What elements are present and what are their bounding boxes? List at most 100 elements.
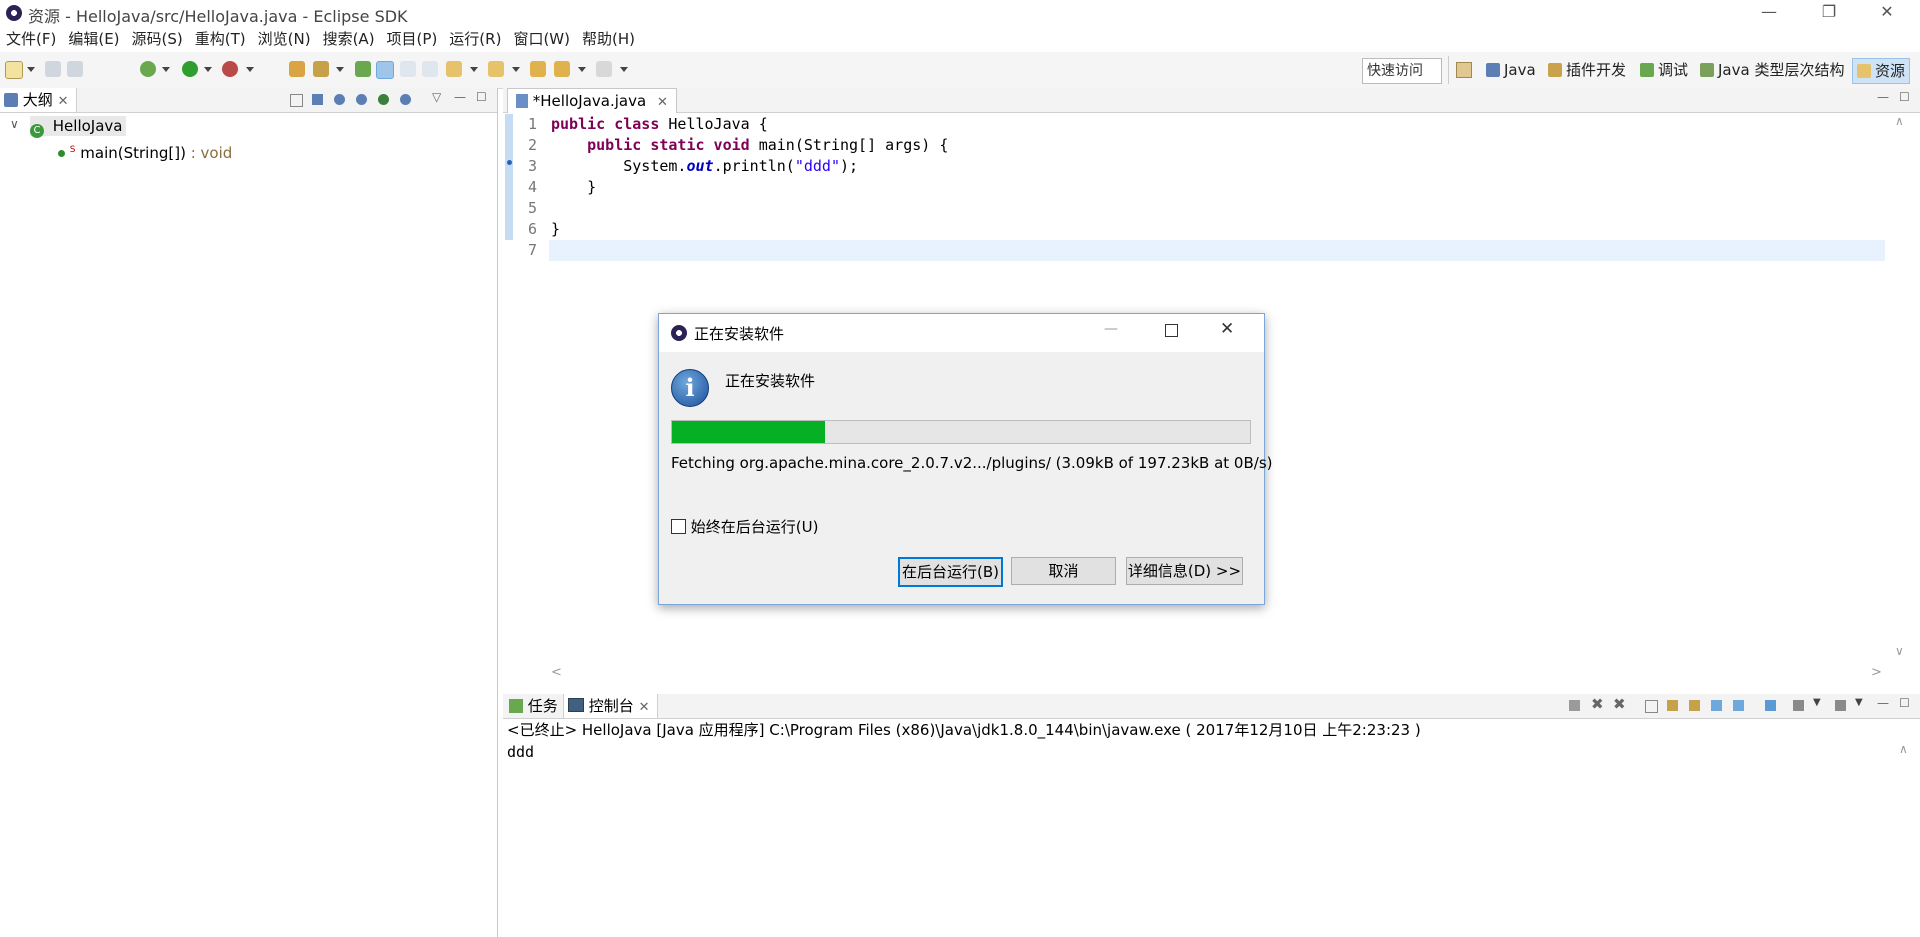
open-console-icon[interactable] xyxy=(1835,700,1846,711)
block-selection-icon[interactable] xyxy=(400,61,416,77)
scroll-up-icon[interactable]: ∧ xyxy=(1899,742,1908,756)
perspective-plugin-dev[interactable]: 插件开发 xyxy=(1548,58,1626,82)
scroll-left-icon[interactable]: < xyxy=(551,665,562,680)
close-tab-icon[interactable]: ✕ xyxy=(58,94,69,109)
new-file-icon[interactable] xyxy=(5,61,23,79)
code-line[interactable]: 2 public static void main(String[] args)… xyxy=(517,135,948,156)
previous-annotation-icon[interactable] xyxy=(488,61,504,77)
terminate-icon[interactable] xyxy=(1569,700,1580,711)
back-dropdown-icon[interactable] xyxy=(578,67,586,72)
tab-outline[interactable]: 大纲 ✕ xyxy=(0,88,78,112)
minimize-console-icon[interactable]: — xyxy=(1877,696,1889,710)
hide-static-icon[interactable] xyxy=(356,94,367,105)
maximize-editor-icon[interactable]: ☐ xyxy=(1899,90,1910,104)
back-icon[interactable] xyxy=(554,61,570,77)
close-tab-icon[interactable]: ✕ xyxy=(639,700,650,715)
collapse-all-icon[interactable] xyxy=(290,94,303,107)
menu-help[interactable]: 帮助(H) xyxy=(576,26,641,52)
expand-chevron-icon[interactable]: ∨ xyxy=(10,117,19,131)
code-line[interactable]: 3 System.out.println("ddd"); xyxy=(517,156,948,177)
quick-access-input[interactable]: 快速访问 xyxy=(1362,58,1442,84)
menu-refactor[interactable]: 重构(T) xyxy=(189,26,252,52)
debug-dropdown-icon[interactable] xyxy=(162,67,170,72)
minimize-button[interactable]: — xyxy=(1746,0,1792,26)
console-output[interactable]: ddd xyxy=(507,742,534,763)
perspective-resource[interactable]: 资源 xyxy=(1852,58,1911,84)
run-in-background-button[interactable]: 在后台运行(B) xyxy=(898,557,1003,587)
restore-button[interactable]: ❐ xyxy=(1806,0,1852,26)
last-edit-location-icon[interactable] xyxy=(530,61,546,77)
show-whitespace-icon[interactable] xyxy=(422,61,438,77)
menu-navigate[interactable]: 浏览(N) xyxy=(252,26,317,52)
save-icon[interactable] xyxy=(45,61,61,77)
code-line[interactable]: 4 } xyxy=(517,177,948,198)
run-icon[interactable] xyxy=(182,61,198,77)
next-annotation-dropdown-icon[interactable] xyxy=(470,67,478,72)
dialog-minimize-button[interactable]: — xyxy=(1104,321,1118,337)
dialog-close-button[interactable]: ✕ xyxy=(1220,319,1234,339)
save-all-icon[interactable] xyxy=(67,61,83,77)
cancel-button[interactable]: 取消 xyxy=(1011,557,1116,585)
menu-file[interactable]: 文件(F) xyxy=(0,26,62,52)
editor-tab[interactable]: *HelloJava.java ✕ xyxy=(507,88,677,113)
remove-all-icon[interactable]: ✖ xyxy=(1613,695,1626,713)
code-line[interactable]: 5 xyxy=(517,198,948,219)
mark-occurrences-icon[interactable] xyxy=(376,61,394,79)
tab-console[interactable]: 控制台 ✕ xyxy=(563,694,659,718)
tab-tasks[interactable]: 任务 xyxy=(503,694,564,718)
scroll-down-icon[interactable]: ∨ xyxy=(1895,644,1904,658)
hide-local-types-icon[interactable] xyxy=(400,94,411,105)
word-wrap-icon[interactable] xyxy=(1689,700,1700,711)
scroll-lock-icon[interactable] xyxy=(1667,700,1678,711)
perspective-debug[interactable]: 调试 xyxy=(1640,58,1688,82)
dialog-maximize-button[interactable] xyxy=(1165,324,1178,337)
open-console-dropdown-icon[interactable]: ▼ xyxy=(1855,697,1863,708)
perspective-java[interactable]: Java xyxy=(1486,58,1536,82)
run-dropdown-icon[interactable] xyxy=(204,67,212,72)
close-button[interactable]: ✕ xyxy=(1864,0,1910,26)
show-on-output-icon[interactable] xyxy=(1711,700,1722,711)
search-icon[interactable] xyxy=(313,61,329,77)
search-dropdown-icon[interactable] xyxy=(336,67,344,72)
hide-fields-icon[interactable] xyxy=(334,94,345,105)
sort-icon[interactable] xyxy=(312,94,323,105)
outline-class-item[interactable]: C HelloJava xyxy=(30,116,126,138)
code-line[interactable]: 6} xyxy=(517,219,948,240)
menu-run[interactable]: 运行(R) xyxy=(443,26,507,52)
view-menu-icon[interactable]: ▽ xyxy=(432,90,441,104)
code-line[interactable]: 1 public class HelloJava { xyxy=(517,114,948,135)
always-run-in-background-checkbox[interactable]: 始终在后台运行(U) xyxy=(671,518,818,536)
code-area[interactable]: 1 public class HelloJava {2 public static… xyxy=(517,114,948,261)
scroll-up-icon[interactable]: ∧ xyxy=(1895,114,1904,128)
open-perspective-icon[interactable] xyxy=(1456,62,1472,78)
open-type-icon[interactable] xyxy=(289,61,305,77)
code-line[interactable]: 7 xyxy=(517,240,948,261)
forward-icon[interactable] xyxy=(596,61,612,77)
clear-console-icon[interactable] xyxy=(1645,700,1658,713)
minimize-view-icon[interactable]: — xyxy=(454,90,466,104)
external-tools-dropdown-icon[interactable] xyxy=(246,67,254,72)
display-console-icon[interactable] xyxy=(1793,700,1804,711)
previous-annotation-dropdown-icon[interactable] xyxy=(512,67,520,72)
show-on-error-icon[interactable] xyxy=(1733,700,1744,711)
menu-window[interactable]: 窗口(W) xyxy=(507,26,576,52)
scroll-right-icon[interactable]: > xyxy=(1871,665,1882,680)
external-tools-icon[interactable] xyxy=(222,61,238,77)
open-task-icon[interactable] xyxy=(355,61,371,77)
menu-edit[interactable]: 编辑(E) xyxy=(62,26,125,52)
perspective-java-hierarchy[interactable]: Java 类型层次结构 xyxy=(1700,58,1844,82)
remove-launch-icon[interactable]: ✖ xyxy=(1591,695,1604,713)
forward-dropdown-icon[interactable] xyxy=(620,67,628,72)
display-console-dropdown-icon[interactable]: ▼ xyxy=(1813,697,1821,708)
maximize-view-icon[interactable]: ☐ xyxy=(476,90,487,104)
menu-source[interactable]: 源码(S) xyxy=(126,26,189,52)
details-button[interactable]: 详细信息(D) >> xyxy=(1126,557,1243,585)
maximize-console-icon[interactable]: ☐ xyxy=(1899,696,1910,710)
outline-method-item[interactable]: S main(String[]) : void xyxy=(58,140,232,162)
close-tab-icon[interactable]: ✕ xyxy=(657,95,668,110)
debug-icon[interactable] xyxy=(140,61,156,77)
pin-console-icon[interactable] xyxy=(1765,700,1776,711)
menu-project[interactable]: 项目(P) xyxy=(381,26,444,52)
hide-nonpublic-icon[interactable] xyxy=(378,94,389,105)
checkbox-box[interactable] xyxy=(671,519,686,534)
